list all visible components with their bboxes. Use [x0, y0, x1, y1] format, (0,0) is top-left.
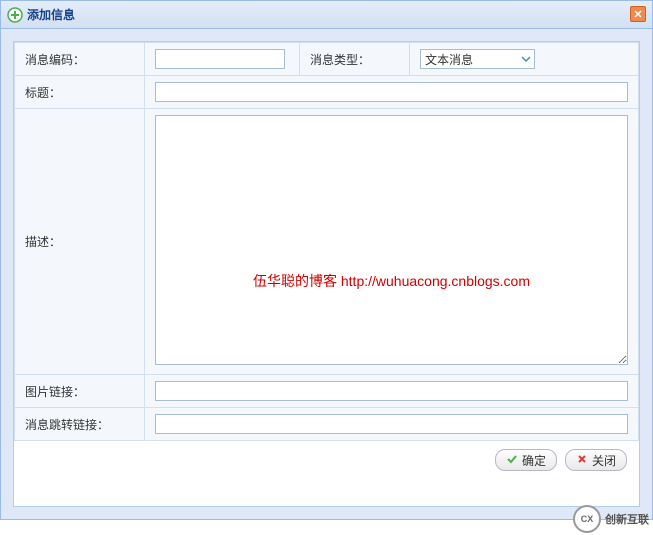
footer-logo: CX 创新互联	[573, 505, 649, 533]
ok-button-label: 确定	[522, 452, 546, 469]
jump-link-label: 消息跳转链接：	[15, 408, 145, 441]
logo-circle-icon: CX	[573, 505, 601, 533]
window-title: 添加信息	[27, 6, 75, 23]
description-label: 描述：	[15, 109, 145, 375]
message-type-combo[interactable]: 文本消息	[420, 49, 535, 69]
message-code-label: 消息编码：	[15, 43, 145, 76]
add-icon	[7, 7, 23, 23]
form-panel: 消息编码： 消息类型： 文本消息	[13, 41, 640, 507]
dialog-content: 消息编码： 消息类型： 文本消息	[1, 29, 652, 519]
close-button[interactable]	[630, 6, 646, 22]
close-button-label: 关闭	[592, 452, 616, 469]
button-bar: 确定 关闭	[14, 441, 639, 506]
image-link-label: 图片链接：	[15, 375, 145, 408]
dialog-window: 添加信息 消息编码： 消息类型： 文本消息	[0, 0, 653, 520]
title-input[interactable]	[155, 82, 628, 102]
x-icon	[576, 453, 588, 468]
message-type-selected: 文本消息	[421, 51, 518, 68]
close-action-button[interactable]: 关闭	[565, 449, 627, 471]
titlebar: 添加信息	[1, 1, 652, 29]
form-table: 消息编码： 消息类型： 文本消息	[14, 42, 639, 441]
check-icon	[506, 453, 518, 468]
ok-button[interactable]: 确定	[495, 449, 557, 471]
message-type-label: 消息类型：	[300, 43, 410, 76]
title-label: 标题：	[15, 76, 145, 109]
chevron-down-icon[interactable]	[518, 50, 534, 68]
image-link-input[interactable]	[155, 381, 628, 401]
footer-logo-text: 创新互联	[605, 511, 649, 527]
message-code-input[interactable]	[155, 49, 285, 69]
jump-link-input[interactable]	[155, 414, 628, 434]
description-textarea[interactable]	[155, 115, 628, 365]
